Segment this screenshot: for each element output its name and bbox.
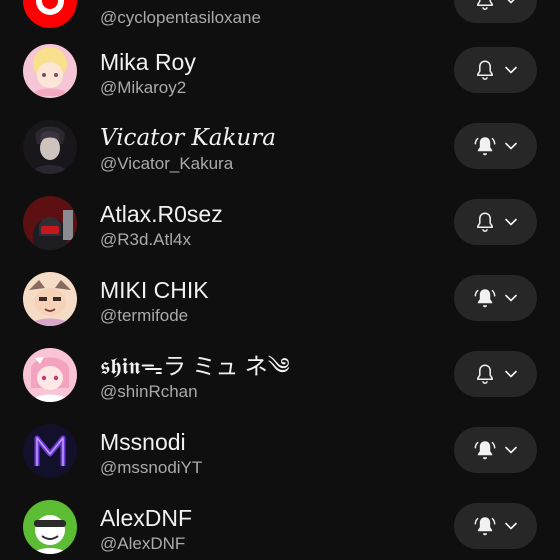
channel-handle: @Mikaroy2 [100, 78, 187, 97]
bell-filled-ringing-icon [474, 517, 496, 536]
avatar[interactable] [23, 272, 77, 326]
notification-bell-button[interactable] [454, 199, 537, 245]
notification-bell-button[interactable] [454, 0, 537, 23]
bell-filled-ringing-icon [474, 289, 496, 308]
bell-filled-ringing-icon [474, 441, 496, 460]
chevron-down-icon [505, 66, 517, 74]
chevron-down-icon [505, 522, 517, 530]
chevron-down-icon [507, 0, 515, 4]
notification-bell-button[interactable] [454, 123, 537, 169]
bell-outline-icon [477, 212, 493, 232]
channel-handle: @R3d.Atl4x [100, 230, 191, 249]
channel-handle: @cyclopentasiloxane [100, 8, 261, 27]
channel-avatar-image [23, 500, 77, 554]
channel-row[interactable]: Mssnodi @mssnodiYT [0, 412, 560, 488]
channel-avatar-image [23, 348, 77, 402]
notification-bell-button[interactable] [454, 275, 537, 321]
bell-filled-ringing-icon [474, 137, 496, 156]
channel-row[interactable]: Atlax.R0sez @R3d.Atl4x [0, 184, 560, 260]
channel-name: Vicator Kakura [100, 125, 276, 151]
channel-avatar-image [23, 424, 77, 478]
channel-handle: @AlexDNF [100, 534, 186, 553]
channel-row[interactable]: Mika Roy @Mikaroy2 [0, 32, 560, 108]
channel-handle: @mssnodiYT [100, 458, 203, 477]
avatar[interactable] [23, 196, 77, 250]
channel-name: Mssnodi [100, 429, 186, 455]
channel-handle: @shinRchan [100, 382, 198, 401]
avatar[interactable] [23, 0, 77, 28]
chevron-down-icon [505, 294, 517, 302]
avatar[interactable] [23, 120, 77, 174]
chevron-down-icon [505, 142, 517, 150]
notification-bell-button[interactable] [454, 503, 537, 549]
notification-bell-button[interactable] [454, 47, 537, 93]
channel-name: MIKI CHIK [100, 277, 209, 303]
channel-avatar-image [23, 0, 77, 28]
channel-avatar-image [23, 196, 77, 250]
channel-avatar-image [23, 272, 77, 326]
channel-row[interactable]: AlexDNF @AlexDNF [0, 488, 560, 560]
bell-outline-icon [477, 364, 493, 384]
subscriptions-list: @cyclopentasiloxane Mika Roy @Mikaroy2 V… [0, 0, 560, 560]
channel-name: 𝖘𝖍𝖎𝖓ᯓラ ミュ ネ༄ [100, 353, 290, 379]
chevron-down-icon [505, 446, 517, 454]
channel-row[interactable]: 𝖘𝖍𝖎𝖓ᯓラ ミュ ネ༄ @shinRchan [0, 336, 560, 412]
chevron-down-icon [505, 218, 517, 226]
avatar[interactable] [23, 348, 77, 402]
channel-avatar-image [23, 44, 77, 98]
avatar[interactable] [23, 424, 77, 478]
chevron-down-icon [505, 370, 517, 378]
channel-name: Atlax.R0sez [100, 201, 223, 227]
avatar[interactable] [23, 44, 77, 98]
channel-handle: @Vicator_Kakura [100, 154, 234, 173]
bell-outline-icon [477, 0, 493, 10]
avatar[interactable] [23, 500, 77, 554]
channel-row[interactable]: MIKI CHIK @termifode [0, 260, 560, 336]
bell-outline-icon [477, 60, 493, 80]
channel-name: AlexDNF [100, 505, 193, 531]
channel-row[interactable]: Vicator Kakura @Vicator_Kakura [0, 108, 560, 184]
channel-name: Mika Roy [100, 49, 196, 75]
notification-bell-button[interactable] [454, 351, 537, 397]
channel-handle: @termifode [100, 306, 189, 325]
channel-avatar-image [23, 120, 77, 174]
notification-bell-button[interactable] [454, 427, 537, 473]
